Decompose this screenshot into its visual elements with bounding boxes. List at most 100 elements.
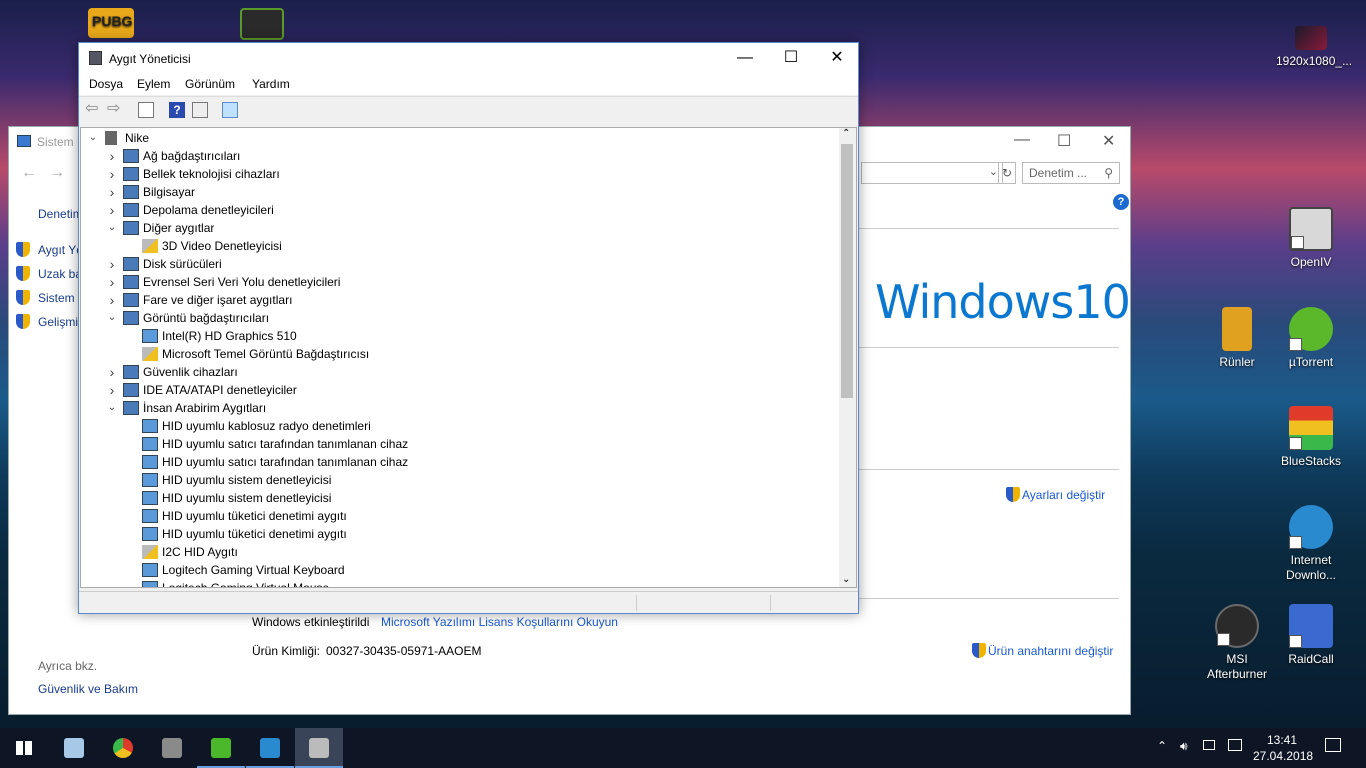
tree-item-label: Güvenlik cihazları bbox=[143, 365, 238, 379]
close-button[interactable]: ✕ bbox=[1102, 131, 1115, 151]
internet-download-manager-icon bbox=[1289, 505, 1333, 549]
change-settings-link[interactable]: Ayarları değiştir bbox=[1022, 488, 1105, 502]
desktop-icon-label: 1920x1080_... bbox=[1276, 54, 1353, 68]
change-product-key-link[interactable]: Ürün anahtarını değiştir bbox=[988, 644, 1113, 658]
chevron-right-icon[interactable]: › bbox=[106, 201, 118, 219]
chevron-down-icon[interactable]: ⌄ bbox=[106, 309, 118, 327]
tree-item-label: Logitech Gaming Virtual Keyboard bbox=[162, 563, 345, 577]
desktop-icon-idm[interactable]: Internet Downlo... bbox=[1276, 505, 1346, 583]
close-button[interactable]: ✕ bbox=[814, 43, 860, 74]
tree-item-label: HID uyumlu kablosuz radyo denetimleri bbox=[162, 419, 371, 433]
taskbar-control-panel[interactable] bbox=[246, 728, 294, 768]
chevron-down-icon[interactable]: ⌄ bbox=[87, 129, 99, 147]
taskbar-razer[interactable] bbox=[197, 728, 245, 768]
chevron-right-icon[interactable]: › bbox=[106, 273, 118, 291]
desktop-icon-pubg[interactable]: PUBG bbox=[76, 8, 146, 42]
title-bar[interactable]: Aygıt Yöneticisi — ☐ ✕ bbox=[79, 43, 858, 74]
bluestacks-icon bbox=[1289, 406, 1333, 450]
warning-device-icon bbox=[142, 545, 158, 559]
taskbar-device-manager-active[interactable] bbox=[295, 728, 343, 768]
volume-icon[interactable]: 🔊︎ bbox=[1180, 739, 1188, 754]
chevron-down-icon[interactable]: ⌄ bbox=[106, 219, 118, 237]
tree-item-label: Disk sürücüleri bbox=[143, 257, 222, 271]
shortcut-arrow-icon bbox=[1289, 338, 1302, 351]
chevron-right-icon[interactable]: › bbox=[106, 363, 118, 381]
maximize-button[interactable]: ☐ bbox=[768, 43, 814, 74]
device-category-icon bbox=[123, 257, 139, 271]
system-window-title: Sistem bbox=[37, 135, 74, 149]
menu-view[interactable]: Görünüm bbox=[185, 77, 235, 91]
sidebar-link-device-manager[interactable]: Aygıt Yö bbox=[38, 243, 83, 257]
tree-item-label: Microsoft Temel Görüntü Bağdaştırıcısı bbox=[162, 347, 370, 361]
tree-item-label: HID uyumlu tüketici denetimi aygıtı bbox=[162, 509, 347, 523]
chevron-right-icon[interactable]: › bbox=[106, 381, 118, 399]
vertical-scrollbar[interactable]: ⌃ ⌄ bbox=[839, 128, 856, 587]
desktop-icon-msi-afterburner[interactable]: MSI Afterburner bbox=[1202, 604, 1272, 682]
device-category-icon bbox=[123, 167, 139, 181]
menu-action[interactable]: Eylem bbox=[137, 77, 170, 91]
tree-item-label: Bellek teknolojisi cihazları bbox=[143, 167, 280, 181]
sidebar-link-remote[interactable]: Uzak ba bbox=[38, 267, 82, 281]
chevron-right-icon[interactable]: › bbox=[106, 183, 118, 201]
device-icon bbox=[142, 527, 158, 541]
device-icon bbox=[142, 329, 158, 343]
menu-file[interactable]: Dosya bbox=[89, 77, 123, 91]
desktop-icon-wallpaper[interactable]: 1920x1080_... bbox=[1276, 26, 1353, 69]
address-bar[interactable]: ⌄ bbox=[861, 162, 1003, 184]
forward-arrow-icon[interactable]: → bbox=[49, 164, 65, 182]
device-tree[interactable]: ⌄ Nike ⌃ ⌄ › Ağ bağdaştırıcıları › Bellek t… bbox=[80, 127, 857, 588]
back-arrow-icon[interactable]: ← bbox=[21, 164, 37, 182]
scrollbar-thumb[interactable] bbox=[841, 144, 853, 398]
scan-hardware-icon[interactable] bbox=[222, 102, 238, 118]
maximize-button[interactable]: ☐ bbox=[1057, 131, 1071, 151]
shortcut-arrow-icon bbox=[1289, 437, 1302, 450]
refresh-icon[interactable]: ↻ bbox=[998, 162, 1016, 184]
control-panel-home-link[interactable]: Denetim bbox=[38, 207, 83, 221]
desktop-icon-bluestacks[interactable]: BlueStacks bbox=[1276, 406, 1346, 469]
shortcut-arrow-icon bbox=[1289, 635, 1302, 648]
folder-icon bbox=[1222, 307, 1252, 351]
details-view-icon[interactable] bbox=[192, 102, 208, 118]
device-manager-window: Aygıt Yöneticisi — ☐ ✕ Dosya Eylem Görün… bbox=[78, 42, 859, 614]
taskbar-task-manager[interactable] bbox=[50, 728, 98, 768]
device-category-icon bbox=[123, 293, 139, 307]
window-title: Aygıt Yöneticisi bbox=[109, 52, 191, 66]
help-icon[interactable]: ? bbox=[169, 102, 185, 118]
menu-help[interactable]: Yardım bbox=[252, 77, 290, 91]
desktop-icon-utorrent[interactable]: µTorrent bbox=[1276, 307, 1346, 370]
clock-date[interactable]: 27.04.2018 bbox=[1253, 749, 1313, 763]
forward-icon[interactable]: ⇨ bbox=[107, 101, 123, 118]
clock-time[interactable]: 13:41 bbox=[1267, 733, 1297, 747]
desktop-icon-runler[interactable]: Rünler bbox=[1202, 307, 1272, 370]
desktop-icon-raidcall[interactable]: RaidCall bbox=[1276, 604, 1346, 667]
search-input[interactable]: Denetim ... ⚲ bbox=[1022, 162, 1120, 184]
desktop-icon-openiv[interactable]: OpenIV bbox=[1276, 207, 1346, 270]
raidcall-icon bbox=[1289, 604, 1333, 648]
tray-chevron-up-icon[interactable]: ⌃ bbox=[1157, 739, 1167, 753]
root-label: Nike bbox=[125, 131, 150, 145]
scroll-down-icon[interactable]: ⌄ bbox=[842, 574, 850, 585]
properties-view-icon[interactable] bbox=[138, 102, 154, 118]
help-icon[interactable]: ? bbox=[1113, 194, 1129, 210]
chevron-right-icon[interactable]: › bbox=[106, 291, 118, 309]
utorrent-icon bbox=[1289, 307, 1333, 351]
chevron-right-icon[interactable]: › bbox=[106, 165, 118, 183]
network-icon[interactable] bbox=[1228, 739, 1242, 751]
desktop-icon-nvidia[interactable] bbox=[227, 8, 297, 44]
chevron-down-icon[interactable]: ⌄ bbox=[106, 399, 118, 417]
security-maintenance-link[interactable]: Güvenlik ve Bakım bbox=[38, 682, 138, 696]
start-button[interactable] bbox=[0, 728, 48, 768]
license-terms-link[interactable]: Microsoft Yazılımı Lisans Koşullarını Ok… bbox=[381, 615, 618, 629]
notifications-icon[interactable] bbox=[1325, 738, 1341, 752]
taskbar-device-manager-app[interactable] bbox=[148, 728, 196, 768]
battery-icon[interactable] bbox=[1203, 740, 1215, 750]
scroll-up-icon[interactable]: ⌃ bbox=[842, 128, 850, 139]
back-icon[interactable]: ⇦ bbox=[85, 101, 101, 118]
taskbar-chrome[interactable] bbox=[99, 728, 147, 768]
minimize-button[interactable]: — bbox=[1014, 131, 1030, 149]
chevron-down-icon[interactable]: ⌄ bbox=[989, 165, 998, 178]
openiv-icon bbox=[1289, 207, 1333, 251]
chevron-right-icon[interactable]: › bbox=[106, 255, 118, 273]
chevron-right-icon[interactable]: › bbox=[106, 147, 118, 165]
minimize-button[interactable]: — bbox=[722, 43, 768, 74]
